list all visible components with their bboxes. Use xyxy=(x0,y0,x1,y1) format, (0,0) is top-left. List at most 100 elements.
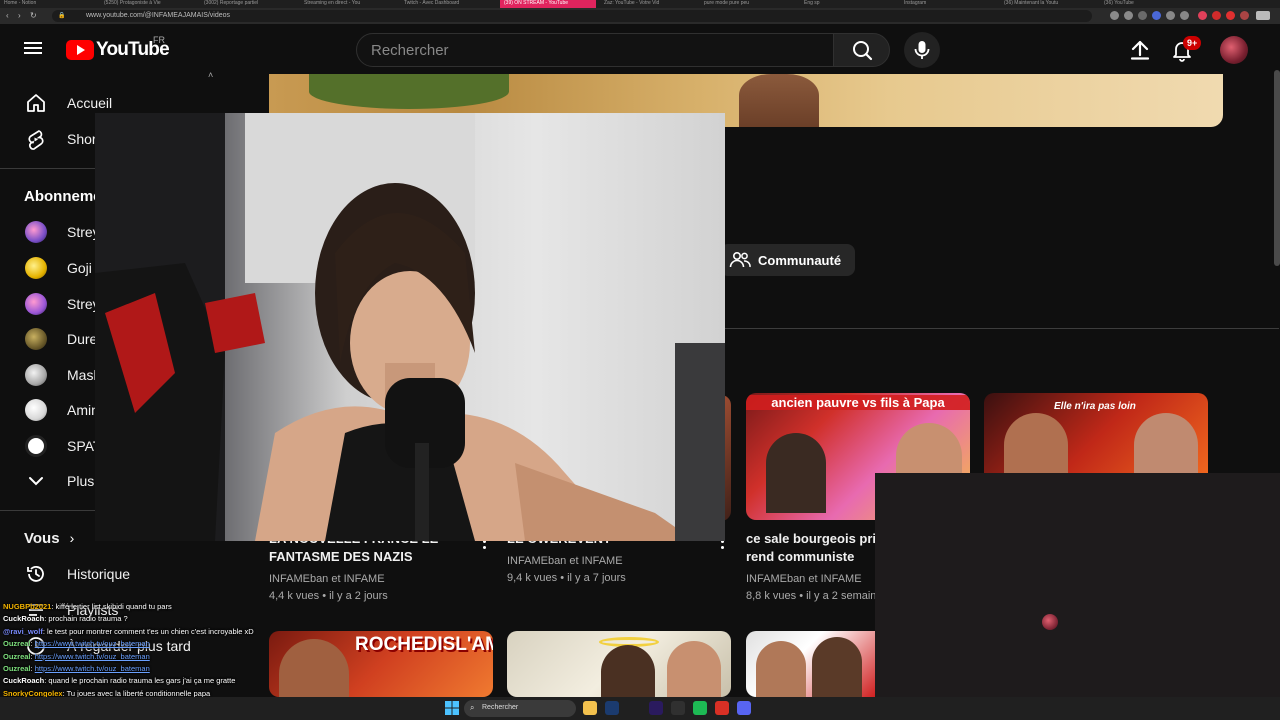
extension-icon[interactable] xyxy=(1152,11,1161,20)
thumbnail-person xyxy=(667,641,721,697)
views-count: 8,8 k vues xyxy=(746,590,797,602)
back-icon[interactable]: ‹ xyxy=(6,11,9,20)
browser-tab[interactable]: Home - Notion xyxy=(0,0,96,8)
browser-tab[interactable]: Instagram xyxy=(900,0,996,8)
notification-extension-icon[interactable] xyxy=(1226,11,1235,20)
play-extension-icon[interactable] xyxy=(1166,11,1175,20)
video-channel[interactable]: INFAMEban et INFAME xyxy=(269,571,385,587)
banner-tree xyxy=(309,74,509,109)
zoom-icon[interactable] xyxy=(1110,11,1119,20)
chat-username: Ouzreal xyxy=(3,651,31,661)
browser-tab[interactable]: Zaz: YouTube - Votre Vid xyxy=(600,0,696,8)
banner-person xyxy=(739,74,819,127)
chat-username: Ouzreal xyxy=(3,639,31,649)
notifications-badge: 9+ xyxy=(1183,36,1202,50)
voice-search-button[interactable] xyxy=(904,32,940,68)
chevron-down-icon xyxy=(24,469,48,493)
channel-avatar xyxy=(25,435,47,457)
channel-avatar xyxy=(25,399,47,421)
chat-message: CuckRoach: quand le prochain radio traum… xyxy=(3,675,303,687)
forward-icon[interactable]: › xyxy=(18,11,21,20)
chat-username: Ouzreal xyxy=(3,664,31,674)
chat-text: : prochain radio trauma ? xyxy=(44,614,128,624)
you-heading-label: Vous xyxy=(24,529,60,547)
video-title[interactable]: FANTASME DES NAZIS xyxy=(269,548,413,566)
chat-username: CuckRoach xyxy=(3,676,45,686)
photoshop-icon[interactable] xyxy=(605,701,619,715)
upload-button[interactable] xyxy=(1128,38,1152,62)
search-icon: ⌕ xyxy=(470,703,475,712)
video-channel[interactable]: INFAMEban et INFAME xyxy=(746,571,862,587)
channel-avatar xyxy=(25,293,47,315)
channel-avatar xyxy=(25,364,47,386)
menu-dots-icon[interactable] xyxy=(1256,11,1270,20)
profile-extension-icon[interactable] xyxy=(1198,11,1207,20)
video-title[interactable]: rend communiste xyxy=(746,548,854,566)
video-age: il y a 2 jours xyxy=(329,590,388,602)
spotify-icon[interactable] xyxy=(693,701,707,715)
heart-icon[interactable] xyxy=(1180,11,1189,20)
video-channel[interactable]: INFAMEban et INFAME xyxy=(507,553,623,569)
chevron-right-icon: › xyxy=(69,530,75,546)
chat-link[interactable]: https://www.twitch.tv/ouz_bateman xyxy=(35,639,150,648)
browser-tab[interactable]: (39) ON STREAM - YouTube xyxy=(500,0,596,8)
webcam-overlay xyxy=(95,113,725,541)
upload-icon xyxy=(1130,40,1150,60)
channel-avatar xyxy=(25,328,47,350)
chat-text: : le test pour montrer comment t'es un c… xyxy=(42,626,254,636)
search-input[interactable] xyxy=(357,34,833,66)
address-bar[interactable]: 🔒 www.youtube.com/@INFAMEAJAMAIS/videos xyxy=(52,10,1092,22)
caret-up-icon: ˄ xyxy=(208,70,214,80)
share-icon[interactable] xyxy=(1138,11,1147,20)
premiere-icon[interactable] xyxy=(649,701,663,715)
browser-tab[interactable]: (36) Maintenant la Youtu xyxy=(1000,0,1096,8)
channel-avatar xyxy=(25,221,47,243)
menu-icon[interactable] xyxy=(24,39,44,59)
browser-tab[interactable]: Twitch - Avec Dashboard xyxy=(400,0,496,8)
community-icon xyxy=(729,251,751,268)
youtube-play-icon xyxy=(66,40,94,60)
youtube-logo[interactable]: YouTube FR xyxy=(66,35,170,61)
chat-username: @ravi_wolf xyxy=(3,626,43,636)
thumbnail-person xyxy=(766,433,826,513)
browser-tab[interactable]: (3002) Reportage partiel xyxy=(200,0,296,8)
profile-icon[interactable] xyxy=(1240,11,1249,20)
adblock-icon[interactable] xyxy=(1212,11,1221,20)
search-button[interactable] xyxy=(833,33,890,67)
browser-tab[interactable]: pure mode pure peu xyxy=(700,0,796,8)
obs-icon[interactable] xyxy=(671,701,685,715)
video-age: il y a 7 jours xyxy=(567,572,626,584)
home-icon xyxy=(24,91,48,115)
chat-link[interactable]: https://www.twitch.tv/ouz_bateman xyxy=(35,652,150,661)
browser-toolbar: ‹ › ↻ 🔒 www.youtube.com/@INFAMEAJAMAIS/v… xyxy=(0,8,1280,24)
video-thumbnail[interactable] xyxy=(746,631,875,697)
browser-tab[interactable]: (5250) Protagoniste à Vie xyxy=(100,0,196,8)
chat-username: CuckRoach xyxy=(3,614,45,624)
history-icon xyxy=(24,562,48,586)
file-explorer-icon[interactable] xyxy=(583,701,597,715)
page-scrollbar[interactable] xyxy=(1274,70,1280,266)
discord-icon[interactable] xyxy=(737,701,751,715)
video-title[interactable]: ce sale bourgeois privil xyxy=(746,530,891,548)
thumbnail-person xyxy=(756,641,806,697)
browser-tab[interactable]: Eng sp xyxy=(800,0,896,8)
video-thumbnail[interactable] xyxy=(507,631,731,697)
chat-text: : quand le prochain radio trauma les gar… xyxy=(44,676,236,686)
download-icon[interactable] xyxy=(1124,11,1133,20)
chrome-icon[interactable] xyxy=(715,701,729,715)
browser-tab-strip: Home - Notion (5250) Protagoniste à Vie (3… xyxy=(0,0,1280,8)
account-avatar[interactable] xyxy=(1220,36,1248,64)
sidebar-item-history[interactable]: Historique xyxy=(12,556,232,592)
taskbar-search[interactable]: ⌕ Rechercher xyxy=(464,700,576,717)
browser-tab[interactable]: (36) YouTube xyxy=(1100,0,1196,8)
browser-tab[interactable]: Streaming en direct - You xyxy=(300,0,396,8)
chat-message: @ravi_wolf: le test pour montrer comment… xyxy=(3,626,303,638)
chat-link[interactable]: https://www.twitch.tv/ouz_bateman xyxy=(35,664,150,673)
chat-message: Ouzreal: https://www.twitch.tv/ouz_batem… xyxy=(3,638,303,650)
country-code: FR xyxy=(153,35,165,45)
tab-community[interactable]: Communauté xyxy=(720,244,856,276)
sidebar-more-label: Plus xyxy=(67,473,95,489)
reload-icon[interactable]: ↻ xyxy=(30,11,37,20)
windows-start-icon[interactable] xyxy=(445,701,459,715)
subscriptions-heading: Abonneme xyxy=(24,188,102,205)
